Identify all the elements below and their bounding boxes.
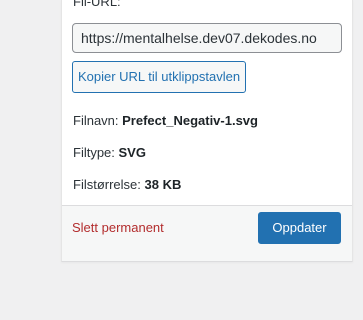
filesize-label: Filstørrelse: bbox=[73, 177, 145, 192]
filename-row: Filnavn: Prefect_Negativ-1.svg bbox=[73, 112, 258, 130]
media-details-panel: Fil-URL: Kopier URL til utklippstavlen F… bbox=[61, 0, 353, 262]
filename-label: Filnavn: bbox=[73, 113, 123, 128]
filesize-value: 38 KB bbox=[144, 177, 182, 192]
file-url-label: Fil-URL: bbox=[73, 0, 121, 9]
filetype-value: SVG bbox=[118, 145, 146, 160]
copy-url-button[interactable]: Kopier URL til utklippstavlen bbox=[72, 61, 246, 93]
filetype-row: Filtype: SVG bbox=[73, 144, 146, 162]
actions-footer: Slett permanent Oppdater bbox=[62, 206, 352, 261]
file-details: Fil-URL: Kopier URL til utklippstavlen F… bbox=[62, 0, 352, 205]
filename-value: Prefect_Negativ-1.svg bbox=[122, 113, 258, 128]
file-url-field[interactable] bbox=[72, 23, 342, 53]
delete-permanently-link[interactable]: Slett permanent bbox=[72, 219, 164, 237]
filesize-row: Filstørrelse: 38 KB bbox=[73, 176, 181, 194]
update-button[interactable]: Oppdater bbox=[258, 212, 341, 244]
filetype-label: Filtype: bbox=[73, 145, 119, 160]
